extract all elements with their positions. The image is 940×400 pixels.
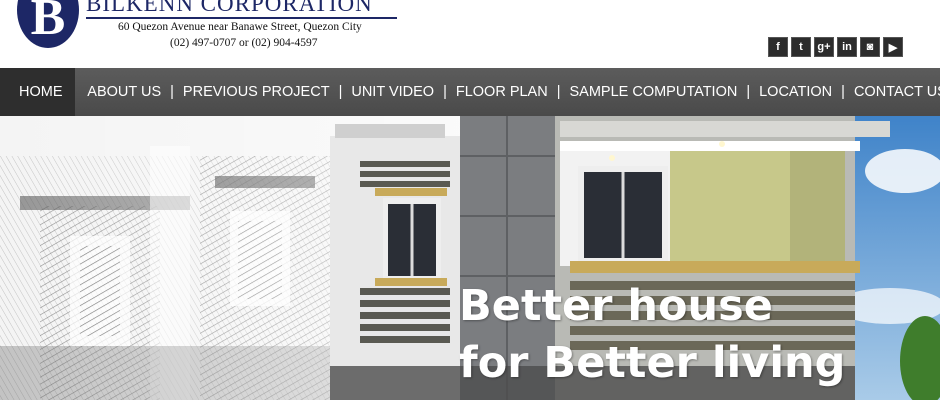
company-address: 60 Quezon Avenue near Banawe Street, Que… xyxy=(118,21,362,33)
nav-separator: | xyxy=(841,84,845,100)
youtube-icon[interactable]: ▶ xyxy=(883,37,903,57)
nav-separator: | xyxy=(443,84,447,100)
main-nav: HOME | ABOUT US | PREVIOUS PROJECT | UNI… xyxy=(0,68,940,116)
hero-tagline: Better house for Better living xyxy=(459,278,845,392)
logo-letter: B xyxy=(30,0,66,46)
hero-tagline-line2: for Better living xyxy=(459,338,846,388)
company-name: BILKENN CORPORATION xyxy=(86,0,373,16)
nav-separator: | xyxy=(746,84,751,100)
twitter-icon[interactable]: t xyxy=(791,37,811,57)
facebook-icon[interactable]: f xyxy=(768,37,788,57)
company-logo[interactable]: B xyxy=(17,0,79,48)
nav-item-previous-project[interactable]: PREVIOUS PROJECT xyxy=(183,68,330,116)
nav-item-sample-computation[interactable]: SAMPLE COMPUTATION xyxy=(569,68,737,116)
nav-item-contact-us[interactable]: CONTACT US xyxy=(854,68,940,116)
nav-separator: | xyxy=(338,84,343,100)
company-name-underline xyxy=(86,17,397,19)
site-header: B BILKENN CORPORATION 60 Quezon Avenue n… xyxy=(0,0,940,68)
nav-item-floor-plan[interactable]: FLOOR PLAN xyxy=(456,68,548,116)
instagram-icon[interactable]: ◙ xyxy=(860,37,880,57)
google-plus-icon[interactable]: g+ xyxy=(814,37,834,57)
nav-separator: | xyxy=(556,84,561,100)
nav-item-about-us[interactable]: ABOUT US xyxy=(87,68,161,116)
nav-item-home[interactable]: HOME xyxy=(0,68,75,116)
hero-tagline-line1: Better house xyxy=(459,281,773,331)
nav-separator: | xyxy=(170,84,174,100)
hero-banner: Better house for Better living xyxy=(0,116,940,400)
nav-item-unit-video[interactable]: UNIT VIDEO xyxy=(351,68,434,116)
social-links: f t g+ in ◙ ▶ xyxy=(768,37,903,57)
linkedin-icon[interactable]: in xyxy=(837,37,857,57)
company-phone: (02) 497-0707 or (02) 904-4597 xyxy=(170,37,318,49)
nav-item-location[interactable]: LOCATION xyxy=(759,68,832,116)
